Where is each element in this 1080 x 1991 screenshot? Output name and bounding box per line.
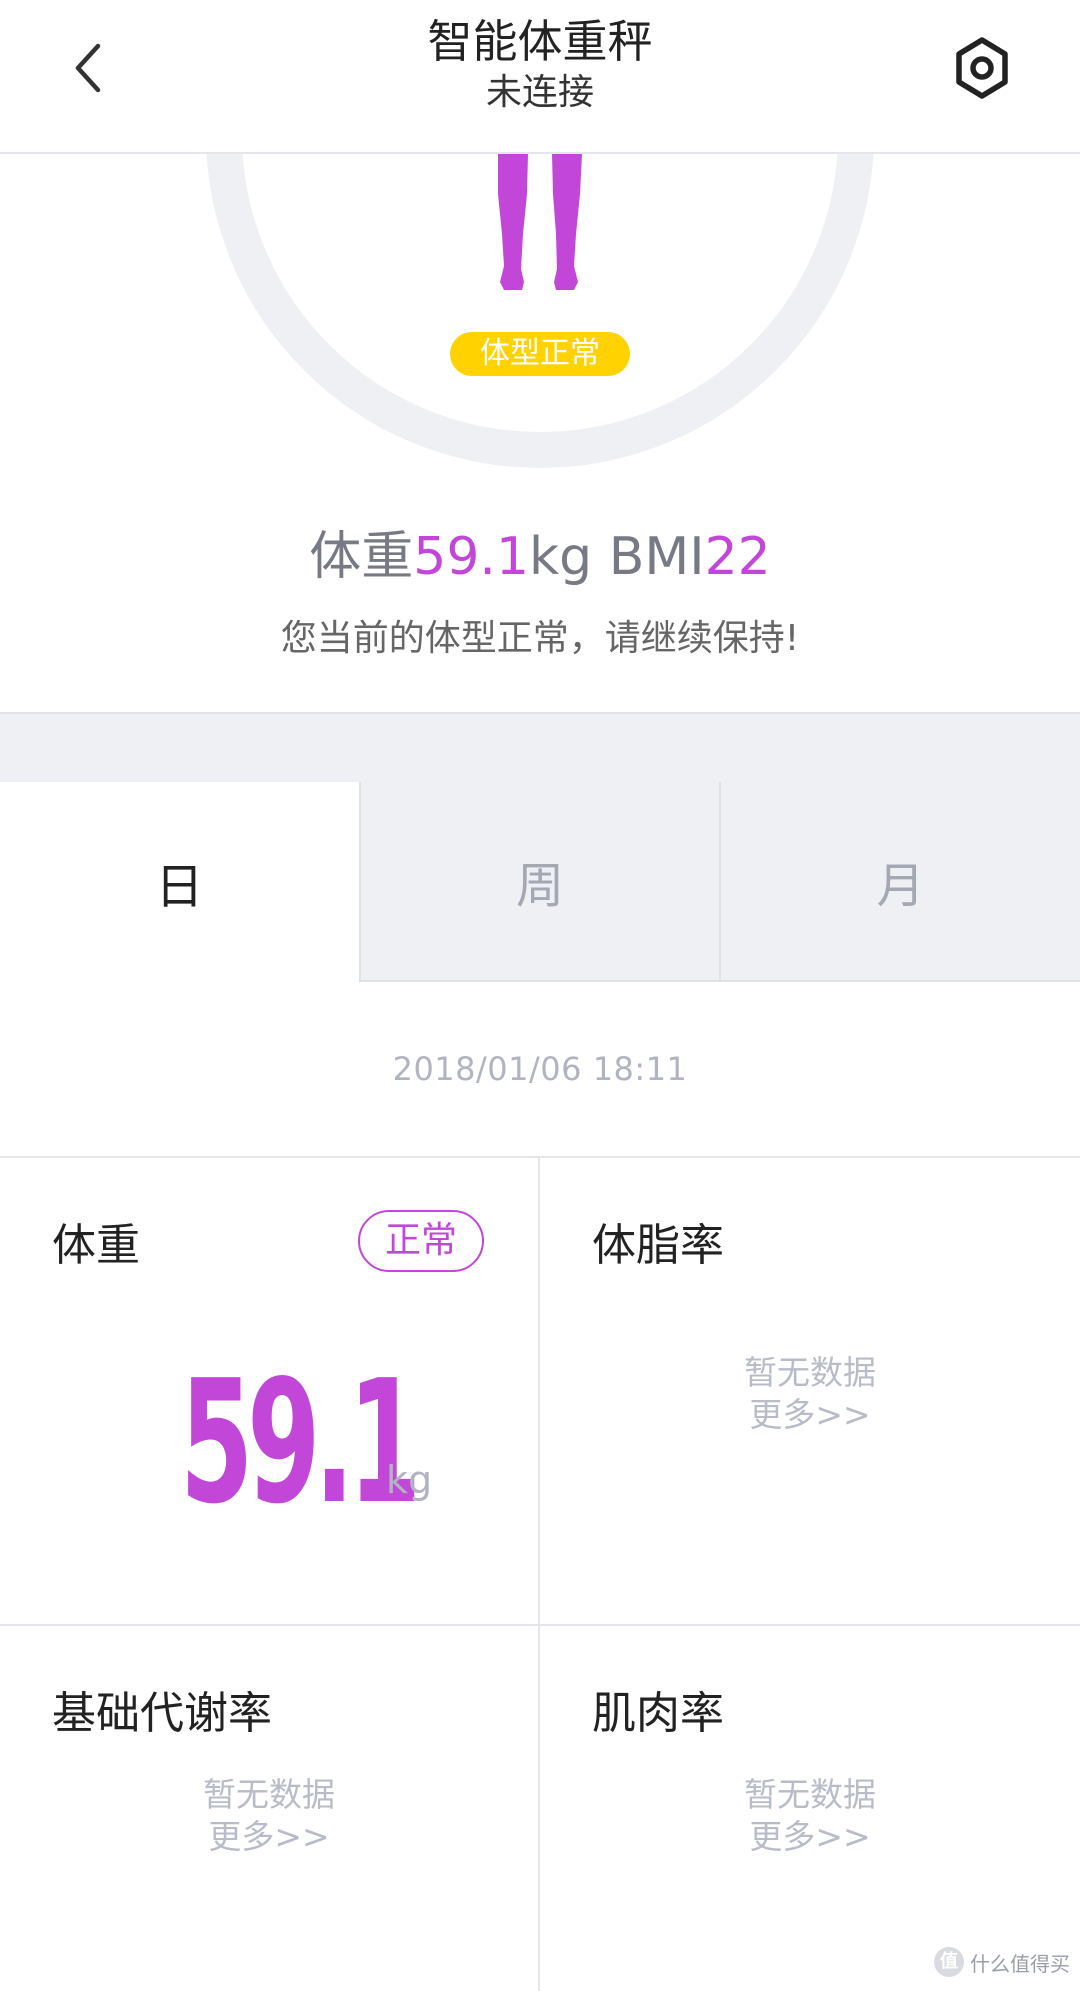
- weight-unit: kg: [529, 527, 593, 587]
- no-data-text: 暂无数据: [744, 1353, 876, 1392]
- bmi-label: BMI: [608, 527, 705, 587]
- more-link[interactable]: 更多>>: [540, 1816, 1080, 1858]
- no-data-block[interactable]: 暂无数据 更多>>: [540, 1352, 1080, 1436]
- page-title: 智能体重秤: [427, 15, 653, 68]
- section-divider: [0, 712, 1080, 784]
- gear-icon: [956, 37, 1008, 99]
- metric-title: 肌肉率: [592, 1688, 724, 1739]
- app-header: 智能体重秤 未连接: [0, 0, 1080, 154]
- advice-text: 您当前的体型正常，请继续保持!: [280, 618, 800, 659]
- watermark: 值 什么值得买: [934, 1947, 1070, 1977]
- body-overview: 体型正常 体重59.1kg BMI22 您当前的体型正常，请继续保持!: [0, 154, 1080, 714]
- metric-title: 基础代谢率: [52, 1688, 272, 1739]
- bmi-value: 22: [704, 527, 771, 587]
- no-data-text: 暂无数据: [203, 1775, 335, 1814]
- metric-unit: kg: [386, 1458, 433, 1502]
- more-link[interactable]: 更多>>: [540, 1394, 1080, 1436]
- no-data-text: 暂无数据: [744, 1775, 876, 1814]
- settings-button[interactable]: [942, 28, 1022, 108]
- metric-card-muscle[interactable]: 肌肉率 暂无数据 更多>>: [540, 1626, 1080, 1991]
- body-silhouette: [498, 154, 582, 290]
- connection-status: 未连接: [485, 72, 594, 113]
- watermark-text: 什么值得买: [970, 1951, 1070, 1976]
- body-type-badge: 体型正常: [450, 332, 630, 376]
- metric-card-weight[interactable]: 体重 正常 59.1 kg: [0, 1158, 540, 1626]
- measurement-timestamp: 2018/01/06 18:11: [392, 1050, 688, 1088]
- no-data-block[interactable]: 暂无数据 更多>>: [0, 1774, 538, 1858]
- weight-value: 59.1: [413, 527, 530, 587]
- metric-card-bmr[interactable]: 基础代谢率 暂无数据 更多>>: [0, 1626, 540, 1991]
- no-data-block[interactable]: 暂无数据 更多>>: [540, 1774, 1080, 1858]
- metrics-grid: 体重 正常 59.1 kg 体脂率 暂无数据 更多>> 基础代谢率 暂无数据 更…: [0, 1156, 1080, 1991]
- weight-label: 体重: [309, 527, 414, 587]
- watermark-logo-icon: 值: [934, 1947, 964, 1977]
- metric-value: 59.1: [180, 1344, 421, 1542]
- metric-title: 体重: [52, 1220, 140, 1271]
- period-tabs: 日 周 月: [0, 782, 1080, 982]
- weight-bmi-summary: 体重59.1kg BMI22: [0, 524, 1080, 590]
- tab-month[interactable]: 月: [719, 782, 1080, 982]
- metric-card-body-fat[interactable]: 体脂率 暂无数据 更多>>: [540, 1158, 1080, 1626]
- tab-day[interactable]: 日: [0, 782, 359, 982]
- metric-title: 体脂率: [592, 1220, 724, 1271]
- status-badge[interactable]: 正常: [358, 1210, 484, 1272]
- more-link[interactable]: 更多>>: [0, 1816, 538, 1858]
- tab-week[interactable]: 周: [358, 782, 720, 982]
- title-block: 智能体重秤 未连接: [0, 14, 1080, 116]
